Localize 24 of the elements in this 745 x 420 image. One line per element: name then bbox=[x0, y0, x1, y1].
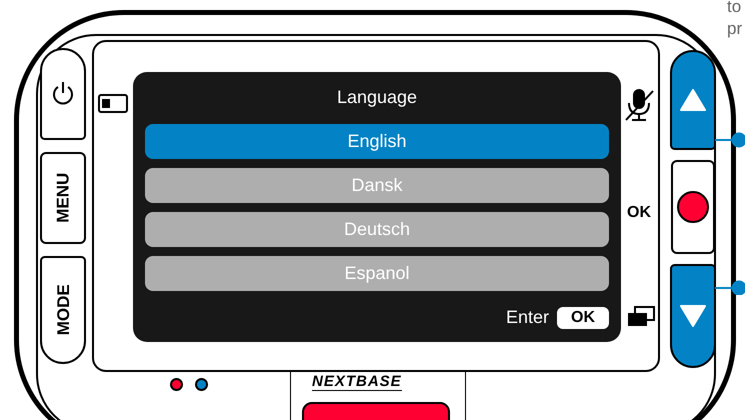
dual-window-icon bbox=[627, 306, 655, 328]
caption-text: to bbox=[727, 0, 742, 18]
up-triangle-icon bbox=[680, 89, 706, 111]
power-icon bbox=[51, 81, 75, 107]
record-icon bbox=[677, 191, 709, 223]
caption-text: pr bbox=[727, 18, 742, 40]
mode-button[interactable]: MENU bbox=[40, 152, 86, 244]
enter-label: Enter bbox=[506, 306, 549, 329]
ok-label: OK bbox=[627, 203, 651, 223]
mode-button[interactable]: MODE bbox=[40, 256, 86, 364]
language-option[interactable]: English bbox=[145, 124, 609, 159]
language-option[interactable]: Deutsch bbox=[145, 212, 609, 247]
down-button[interactable] bbox=[670, 264, 716, 368]
screen-mode-icon bbox=[98, 94, 128, 114]
muted-microphone-icon bbox=[624, 88, 654, 122]
down-triangle-icon bbox=[680, 305, 706, 327]
record-button[interactable] bbox=[671, 160, 715, 254]
screen-title: Language bbox=[336, 86, 418, 109]
brand-logo: NEXTBASE bbox=[312, 374, 402, 391]
up-button[interactable] bbox=[670, 50, 716, 150]
ok-key-badge: OK bbox=[557, 306, 609, 328]
language-option[interactable]: Espanol bbox=[145, 256, 609, 291]
language-option[interactable]: Dansk bbox=[145, 168, 609, 203]
power-button[interactable] bbox=[40, 48, 86, 140]
